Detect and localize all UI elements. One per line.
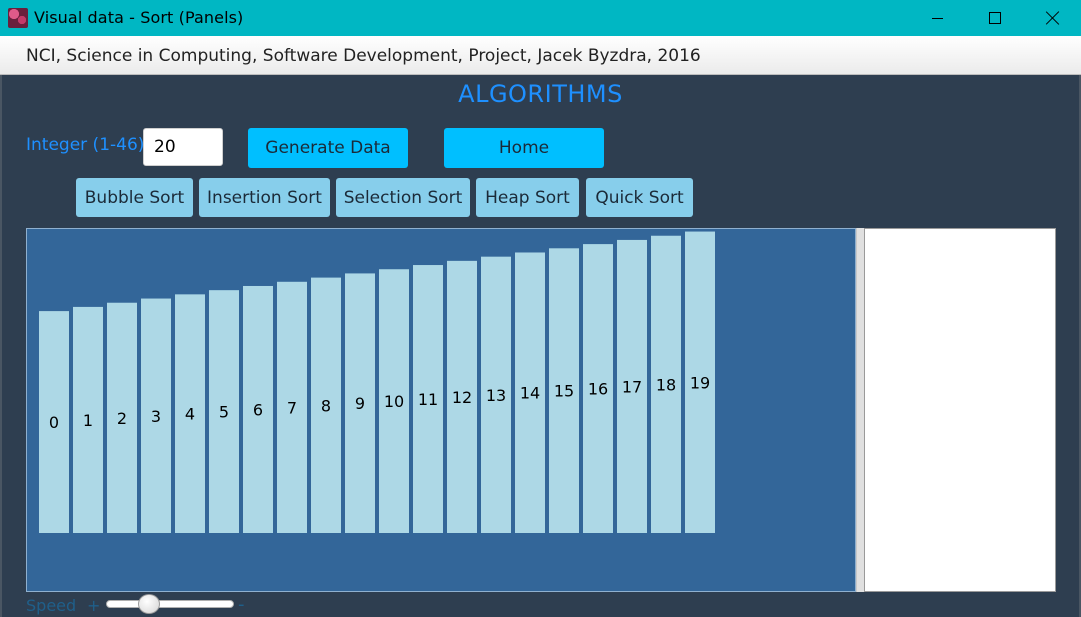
panel-divider[interactable] [856, 228, 864, 592]
speed-minus-label: - [238, 594, 245, 615]
bar-label-3: 3 [151, 407, 161, 426]
bar-label-15: 15 [554, 382, 574, 401]
bar-label-19: 19 [690, 373, 710, 392]
bar-label-14: 14 [520, 384, 540, 403]
bar-label-11: 11 [418, 390, 438, 409]
minimize-icon [931, 17, 943, 19]
bar-label-8: 8 [321, 396, 331, 415]
page-title: ALGORITHMS [458, 80, 623, 108]
close-icon [1046, 11, 1060, 25]
speed-slider-thumb[interactable] [137, 594, 160, 614]
maximize-icon [989, 12, 1001, 24]
bar-label-2: 2 [117, 409, 127, 428]
speed-label: Speed [26, 596, 77, 615]
bar-label-4: 4 [185, 405, 195, 424]
maximize-button[interactable] [966, 0, 1024, 36]
bar-label-13: 13 [486, 386, 506, 405]
speed-slider-track[interactable] [106, 600, 234, 608]
bar-label-17: 17 [622, 377, 642, 396]
integer-label: Integer (1-46) [26, 135, 145, 155]
info-bar: NCI, Science in Computing, Software Deve… [0, 36, 1081, 75]
bar-label-5: 5 [219, 403, 229, 422]
insertion-sort-button[interactable]: Insertion Sort [199, 178, 330, 217]
bar-label-1: 1 [83, 411, 93, 430]
sort-visualization-panel: 0 1 2 3 4 5 6 7 8 9 10 11 12 13 14 15 16 17 18 19 [26, 228, 856, 592]
home-button[interactable]: Home [444, 128, 604, 168]
window-title: Visual data - Sort (Panels) [34, 8, 244, 27]
window-titlebar[interactable]: Visual data - Sort (Panels) [0, 0, 1081, 36]
bar-label-18: 18 [656, 375, 676, 394]
output-panel [864, 228, 1056, 592]
generate-data-button[interactable]: Generate Data [248, 128, 408, 168]
bar-label-16: 16 [588, 380, 608, 399]
window-frame-left [0, 75, 2, 617]
quick-sort-button[interactable]: Quick Sort [586, 178, 693, 217]
bar-label-10: 10 [384, 392, 404, 411]
bar-label-0: 0 [49, 413, 59, 432]
heap-sort-button[interactable]: Heap Sort [476, 178, 579, 217]
close-button[interactable] [1024, 0, 1081, 36]
bar-label-9: 9 [355, 394, 365, 413]
selection-sort-button[interactable]: Selection Sort [336, 178, 470, 217]
minimize-button[interactable] [908, 0, 966, 36]
app-icon [8, 8, 28, 28]
bubble-sort-button[interactable]: Bubble Sort [76, 178, 193, 217]
bar-chart: 0 1 2 3 4 5 6 7 8 9 10 11 12 13 14 15 16 17 18 19 [39, 231, 715, 534]
integer-input[interactable] [143, 128, 223, 166]
speed-plus-label: + [87, 596, 101, 615]
bar-label-12: 12 [452, 388, 472, 407]
info-bar-text: NCI, Science in Computing, Software Deve… [26, 46, 701, 66]
bar-label-7: 7 [287, 398, 297, 417]
bar-label-6: 6 [253, 400, 263, 419]
